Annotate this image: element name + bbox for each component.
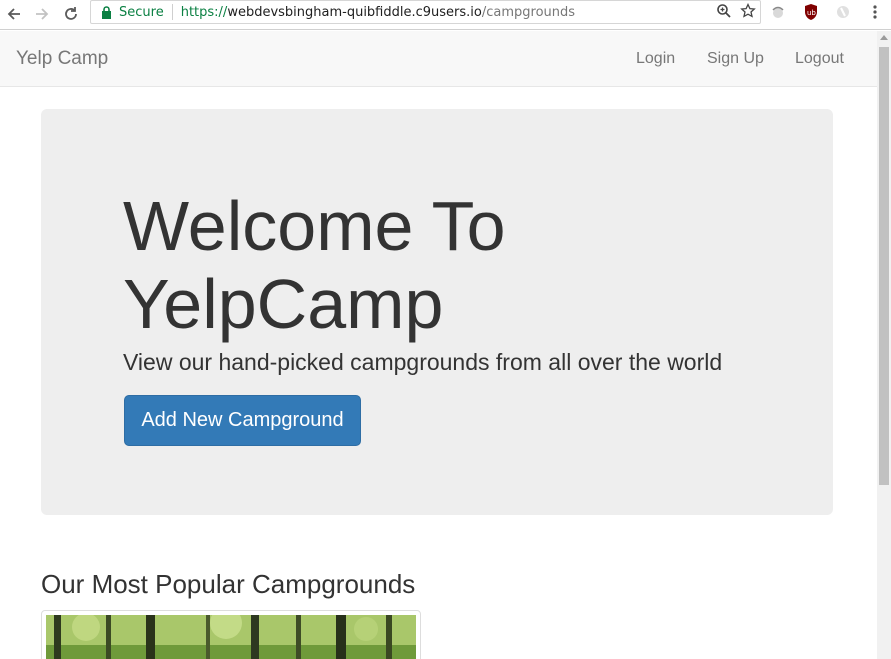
campground-image[interactable]	[46, 615, 416, 659]
reload-button[interactable]	[61, 4, 81, 24]
arrow-right-icon	[36, 8, 49, 20]
url-path: /campgrounds	[481, 4, 576, 20]
logout-link[interactable]: Logout	[795, 50, 844, 68]
secure-label: Secure	[119, 4, 164, 20]
jumbotron-lead: View our hand-picked campgrounds from al…	[123, 349, 723, 375]
back-button[interactable]	[4, 4, 24, 24]
url-host: webdevsbingham-quibfiddle.c9users.io	[227, 4, 482, 20]
lock-icon	[99, 5, 113, 19]
jumbotron: Welcome To YelpCamp View our hand-picked…	[41, 109, 833, 515]
divider	[171, 4, 173, 20]
address-bar[interactable]: Secure https:// webdevsbingham-quibfiddl…	[90, 0, 761, 24]
login-link[interactable]: Login	[636, 50, 675, 68]
reload-icon	[65, 7, 77, 20]
add-campground-button[interactable]: Add New Campground	[124, 395, 361, 446]
navbar-brand[interactable]: Yelp Camp	[16, 48, 108, 70]
scrollbar[interactable]	[877, 31, 891, 659]
page-title: Welcome To YelpCamp	[123, 187, 506, 343]
extension-icon[interactable]	[834, 3, 852, 21]
arrow-left-icon	[7, 8, 20, 20]
ublock-icon[interactable]: ub	[802, 3, 820, 21]
menu-icon[interactable]	[866, 3, 884, 21]
browser-toolbar: Secure https:// webdevsbingham-quibfiddl…	[0, 0, 891, 30]
extension-icon[interactable]	[769, 3, 787, 21]
svg-text:ub: ub	[807, 9, 816, 17]
zoom-icon[interactable]	[716, 3, 732, 23]
section-heading: Our Most Popular Campgrounds	[41, 569, 416, 599]
scroll-up-arrow[interactable]	[880, 35, 888, 40]
star-icon[interactable]	[740, 2, 756, 23]
navbar: Yelp Camp Login Sign Up Logout	[0, 31, 877, 87]
url-scheme: https://	[180, 4, 228, 20]
signup-link[interactable]: Sign Up	[707, 50, 764, 68]
forward-button[interactable]	[32, 4, 52, 24]
scrollbar-thumb[interactable]	[879, 47, 889, 485]
campground-card[interactable]	[41, 610, 421, 659]
page-viewport: Yelp Camp Login Sign Up Logout Welcome T…	[0, 31, 877, 659]
